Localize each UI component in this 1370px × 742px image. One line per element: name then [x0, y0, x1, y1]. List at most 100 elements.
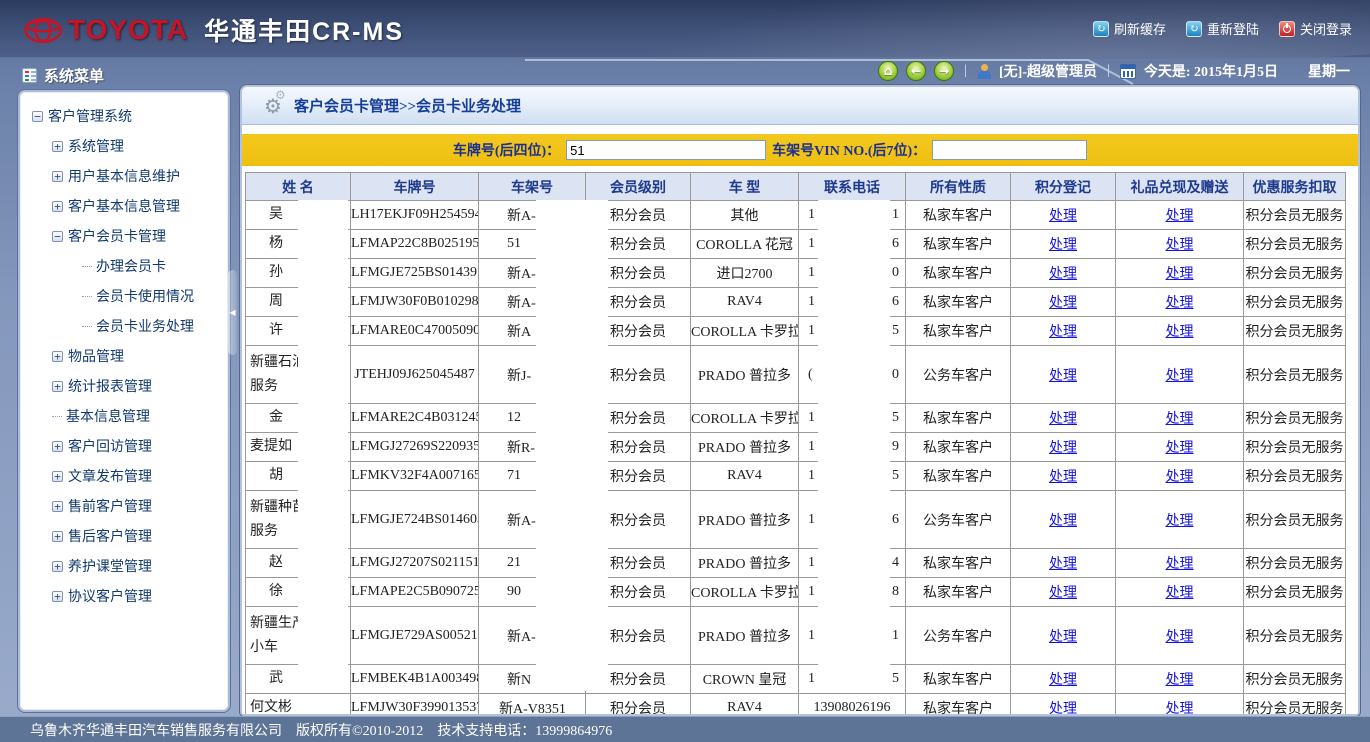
process-gift-link[interactable]: 处理	[1166, 470, 1194, 485]
process-points-link[interactable]: 处理	[1049, 586, 1077, 601]
process-points-link[interactable]: 处理	[1049, 470, 1077, 485]
plate-search-input[interactable]	[566, 140, 766, 160]
process-points-link[interactable]: 处理	[1049, 267, 1077, 282]
tree-item-16[interactable]: +协议客户管理	[26, 586, 222, 606]
process-gift-link[interactable]: 处理	[1166, 441, 1194, 456]
tree-item-14[interactable]: +售后客户管理	[26, 526, 222, 546]
expand-icon[interactable]: +	[52, 471, 63, 482]
cell-name: 胡	[246, 462, 351, 491]
expand-icon[interactable]: +	[52, 441, 63, 452]
process-gift-link[interactable]: 处理	[1166, 267, 1194, 282]
expand-icon[interactable]: +	[52, 351, 63, 362]
tree-item-13[interactable]: +售前客户管理	[26, 496, 222, 516]
process-points-link[interactable]: 处理	[1049, 296, 1077, 311]
process-gift-link[interactable]: 处理	[1166, 557, 1194, 572]
process-points-link[interactable]: 处理	[1049, 209, 1077, 224]
expand-icon[interactable]: +	[52, 171, 63, 182]
tree-item-1[interactable]: +系统管理	[26, 136, 222, 156]
cell-name: 新疆种苗服务	[246, 491, 351, 549]
tree-item-label: 会员卡使用情况	[96, 286, 194, 306]
process-points-link[interactable]: 处理	[1049, 514, 1077, 529]
cell-points-register: 处理	[1011, 288, 1116, 317]
cell-model: RAV4	[691, 288, 799, 317]
process-gift-link[interactable]: 处理	[1166, 412, 1194, 427]
expand-icon[interactable]: +	[52, 561, 63, 572]
tree-item-15[interactable]: +养护课堂管理	[26, 556, 222, 576]
cell-name: 徐	[246, 578, 351, 607]
plate-search-label: 车牌号(后四位)：	[453, 140, 560, 160]
tree-item-10[interactable]: 基本信息管理	[26, 406, 222, 426]
process-points-link[interactable]: 处理	[1049, 702, 1077, 714]
process-gift-link[interactable]: 处理	[1166, 702, 1194, 714]
tree-item-2[interactable]: +用户基本信息维护	[26, 166, 222, 186]
footer: 乌鲁木齐华通丰田汽车销售服务有限公司 版权所有©2010-2012 技术支持电话…	[0, 716, 1370, 742]
cell-owner-type: 私家车客户	[906, 201, 1011, 230]
tree-item-0[interactable]: −客户管理系统	[26, 106, 222, 126]
tree-item-5[interactable]: 办理会员卡	[26, 256, 222, 276]
cell-member-level: 积分会员	[586, 694, 691, 715]
forward-button[interactable]: →	[934, 61, 954, 81]
expand-icon[interactable]: +	[52, 501, 63, 512]
home-button[interactable]: ⌂	[878, 61, 898, 81]
cell-points-register: 处理	[1011, 665, 1116, 694]
process-gift-link[interactable]: 处理	[1166, 238, 1194, 253]
tree-item-9[interactable]: +统计报表管理	[26, 376, 222, 396]
process-gift-link[interactable]: 处理	[1166, 630, 1194, 645]
separator: |	[1107, 63, 1110, 79]
refresh-cache-button[interactable]: ↻ 刷新缓存	[1093, 19, 1166, 38]
cell-gift-exchange: 处理	[1116, 259, 1244, 288]
process-points-link[interactable]: 处理	[1049, 412, 1077, 427]
process-gift-link[interactable]: 处理	[1166, 209, 1194, 224]
cell-name: 吴	[246, 201, 351, 230]
expand-icon[interactable]: +	[52, 591, 63, 602]
process-points-link[interactable]: 处理	[1049, 369, 1077, 384]
tree-item-4[interactable]: −客户会员卡管理	[26, 226, 222, 246]
expand-icon[interactable]: +	[52, 141, 63, 152]
vin-search-label: 车架号VIN NO.(后7位)：	[772, 140, 926, 160]
tree-item-11[interactable]: +客户回访管理	[26, 436, 222, 456]
process-points-link[interactable]: 处理	[1049, 630, 1077, 645]
process-points-link[interactable]: 处理	[1049, 673, 1077, 688]
process-gift-link[interactable]: 处理	[1166, 369, 1194, 384]
tree-item-3[interactable]: +客户基本信息管理	[26, 196, 222, 216]
cell-vin: LFMAP22C8B0251951	[351, 230, 479, 259]
process-points-link[interactable]: 处理	[1049, 325, 1077, 340]
table-row: 许LFMARE0C470050909新A积分会员COROLLA 卡罗拉15私家车…	[246, 317, 1346, 346]
footer-copyright: 版权所有©2010-2012	[296, 720, 423, 740]
cell-gift-exchange: 处理	[1116, 433, 1244, 462]
tree-item-12[interactable]: +文章发布管理	[26, 466, 222, 486]
cell-points-register: 处理	[1011, 462, 1116, 491]
tree-item-6[interactable]: 会员卡使用情况	[26, 286, 222, 306]
back-button[interactable]: ←	[906, 61, 926, 81]
column-header: 联系电话	[799, 173, 906, 201]
cell-member-level: 积分会员	[586, 578, 691, 607]
tree-item-8[interactable]: +物品管理	[26, 346, 222, 366]
main-panel: ⚙ 客户会员卡管理>>会员卡业务处理 车牌号(后四位)： 车架号VIN NO.(…	[240, 85, 1360, 716]
process-points-link[interactable]: 处理	[1049, 441, 1077, 456]
sidebar-collapse-handle[interactable]: ◀	[228, 270, 237, 355]
cell-phone: 15	[799, 317, 906, 346]
table-row: 新疆石油服务JTEHJ09J625045487新J-积分会员PRADO 普拉多(…	[246, 346, 1346, 404]
cell-model: COROLLA 花冠	[691, 230, 799, 259]
cell-member-level: 积分会员	[586, 201, 691, 230]
process-gift-link[interactable]: 处理	[1166, 586, 1194, 601]
process-points-link[interactable]: 处理	[1049, 238, 1077, 253]
logout-button[interactable]: 关闭登录	[1279, 19, 1352, 38]
process-gift-link[interactable]: 处理	[1166, 514, 1194, 529]
brand: TOYOTA 华通丰田CR-MS	[24, 12, 404, 48]
cell-member-level: 积分会员	[586, 491, 691, 549]
process-gift-link[interactable]: 处理	[1166, 325, 1194, 340]
process-gift-link[interactable]: 处理	[1166, 296, 1194, 311]
collapse-icon[interactable]: −	[52, 231, 63, 242]
collapse-icon[interactable]: −	[32, 111, 43, 122]
expand-icon[interactable]: +	[52, 201, 63, 212]
tree-item-7[interactable]: 会员卡业务处理	[26, 316, 222, 336]
expand-icon[interactable]: +	[52, 381, 63, 392]
process-gift-link[interactable]: 处理	[1166, 673, 1194, 688]
table-row: 孙LFMGJE725BS014397新A-积分会员进口270010私家车客户处理…	[246, 259, 1346, 288]
cell-phone: 15	[799, 462, 906, 491]
relogin-button[interactable]: ↻ 重新登陆	[1186, 19, 1259, 38]
expand-icon[interactable]: +	[52, 531, 63, 542]
process-points-link[interactable]: 处理	[1049, 557, 1077, 572]
vin-search-input[interactable]	[932, 140, 1087, 160]
